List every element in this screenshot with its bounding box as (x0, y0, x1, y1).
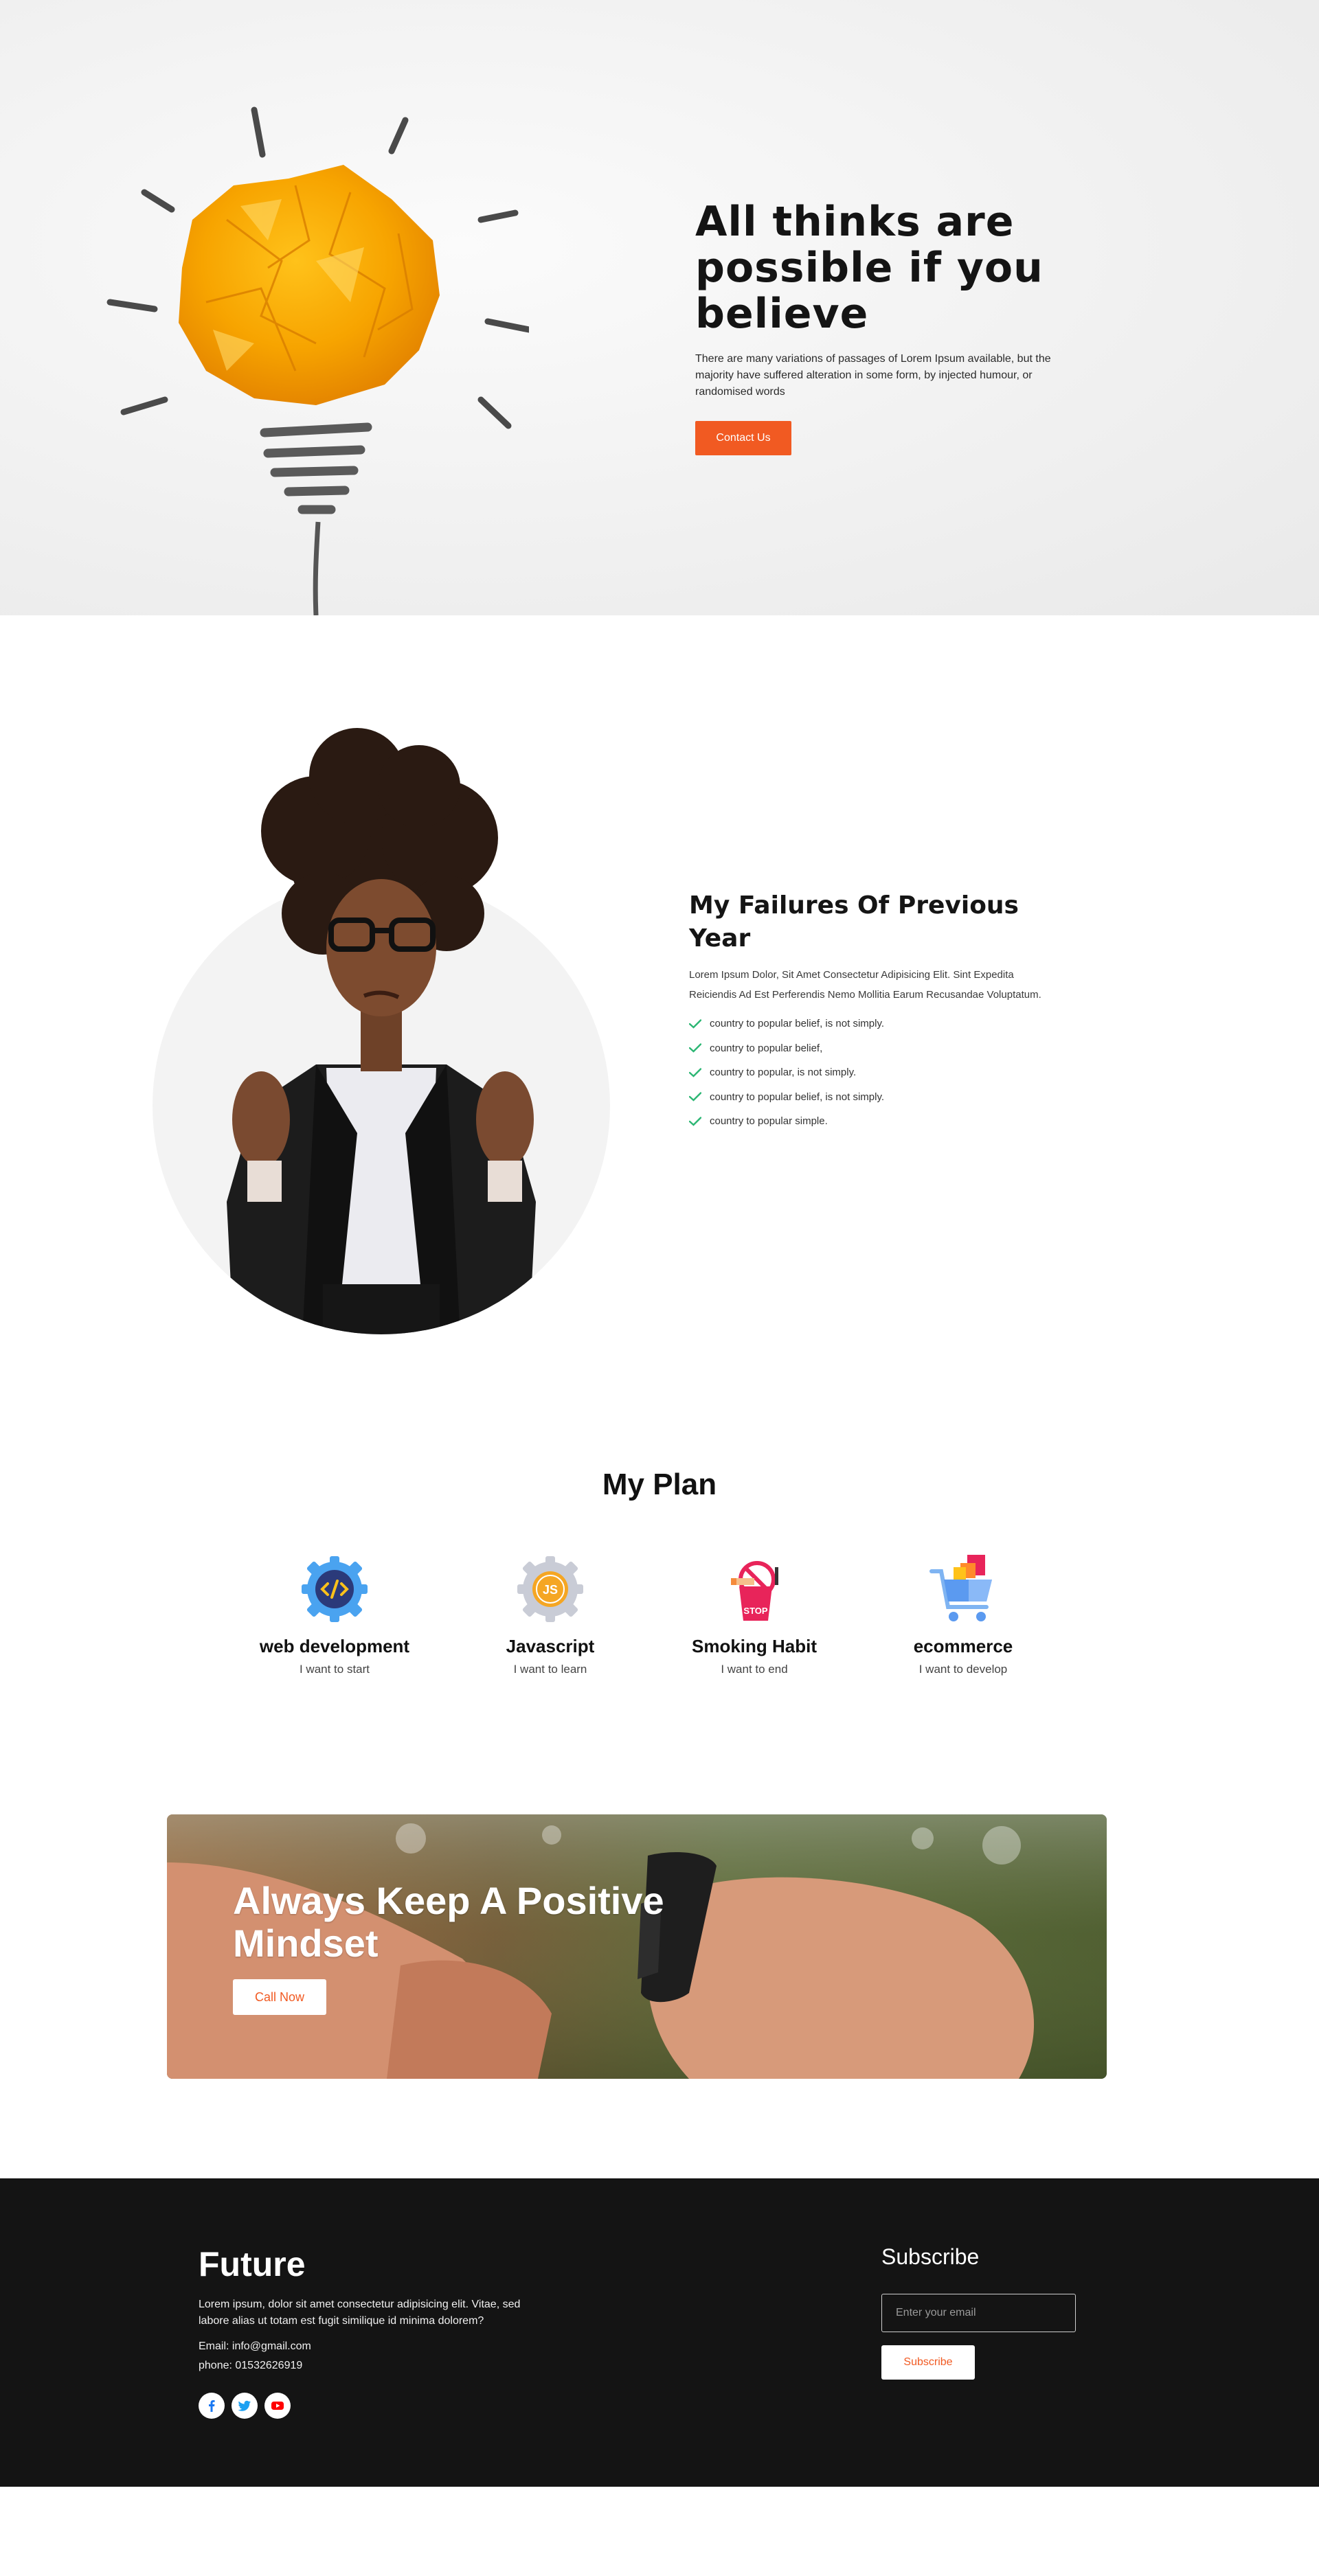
contact-us-button[interactable]: Contact Us (695, 421, 791, 455)
plan-title: My Plan (602, 1468, 717, 1501)
youtube-icon (271, 2402, 284, 2410)
plan-item-subtitle: I want to end (721, 1663, 788, 1676)
footer-description: Lorem ipsum, dolor sit amet consectetur … (199, 2299, 521, 2327)
failures-list: country to popular belief, is not simply… (689, 1012, 1053, 1134)
hero-content: All thinks are possible if you believe T… (695, 199, 1066, 455)
stop-smoking-icon: STOP (731, 1561, 778, 1621)
plan-item-web-development: web development I want to start (225, 1553, 444, 1676)
check-icon (689, 1019, 701, 1029)
failures-content: My Failures Of Previous Year Lorem Ipsum… (689, 889, 1053, 1134)
hero-title: All thinks are possible if you believe (695, 198, 1044, 338)
check-icon (689, 1043, 701, 1053)
list-item: country to popular belief, is not simply… (689, 1012, 1053, 1036)
plan-item-subtitle: I want to learn (513, 1663, 587, 1676)
plan-item-name: Javascript (506, 1636, 595, 1656)
list-item-text: country to popular belief, is not simply… (710, 1018, 885, 1030)
footer-email: Email: info@gmail.com (199, 2340, 311, 2352)
plan-item-name: Smoking Habit (691, 1636, 817, 1656)
list-item: country to popular simple. (689, 1109, 1053, 1134)
failures-description: Lorem Ipsum Dolor, Sit Amet Consectetur … (689, 969, 1041, 1001)
footer: Future Lorem ipsum, dolor sit amet conse… (0, 2178, 1319, 2487)
check-icon (689, 1092, 701, 1102)
plan-item-javascript: JS Javascript I want to learn (440, 1553, 660, 1676)
js-icon-label: JS (543, 1583, 558, 1597)
youtube-link[interactable] (264, 2393, 291, 2419)
plan-item-subtitle: I want to start (299, 1663, 370, 1676)
plan-item-smoking-habit: STOP Smoking Habit I want to end (644, 1553, 864, 1676)
email-field[interactable] (881, 2294, 1076, 2332)
list-item: country to popular belief, (689, 1036, 1053, 1061)
list-item-text: country to popular belief, (710, 1042, 823, 1054)
subscribe-button[interactable]: Subscribe (881, 2345, 975, 2380)
facebook-link[interactable] (199, 2393, 225, 2419)
shopping-cart-icon (929, 1555, 992, 1621)
twitter-link[interactable] (232, 2393, 258, 2419)
twitter-icon (238, 2400, 251, 2411)
list-item-text: country to popular, is not simply. (710, 1067, 857, 1079)
plan-item-name: ecommerce (913, 1636, 1013, 1656)
plan-item-subtitle: I want to develop (918, 1663, 1008, 1676)
stop-icon-label: STOP (743, 1606, 767, 1616)
check-icon (689, 1117, 701, 1126)
plan-item-name: web development (259, 1636, 410, 1656)
failures-title: My Failures Of Previous Year (689, 891, 1019, 953)
hero-description: There are many variations of passages of… (695, 353, 1051, 398)
gear-js-icon: JS (517, 1556, 583, 1622)
check-icon (689, 1068, 701, 1078)
social-links (199, 2393, 291, 2419)
subscribe-title: Subscribe (881, 2244, 980, 2269)
list-item-text: country to popular belief, is not simply… (710, 1091, 885, 1103)
footer-phone: phone: 01532626919 (199, 2360, 303, 2371)
facebook-icon (209, 2400, 215, 2412)
list-item: country to popular, is not simply. (689, 1060, 1053, 1085)
footer-brand: Future (199, 2245, 306, 2283)
call-now-button[interactable]: Call Now (233, 1979, 326, 2015)
gear-code-icon (302, 1556, 368, 1622)
list-item: country to popular belief, is not simply… (689, 1085, 1053, 1110)
woman-portrait-image (153, 728, 610, 1334)
hero-section: All thinks are possible if you believe T… (0, 0, 1319, 615)
plan-item-ecommerce: ecommerce I want to develop (853, 1553, 1073, 1676)
lightbulb-illustration (106, 106, 529, 615)
banner-title: Always Keep A Positive Mindset (233, 1879, 664, 1965)
positive-mindset-banner: Always Keep A Positive Mindset Call Now (167, 1814, 1107, 2079)
list-item-text: country to popular simple. (710, 1115, 828, 1128)
